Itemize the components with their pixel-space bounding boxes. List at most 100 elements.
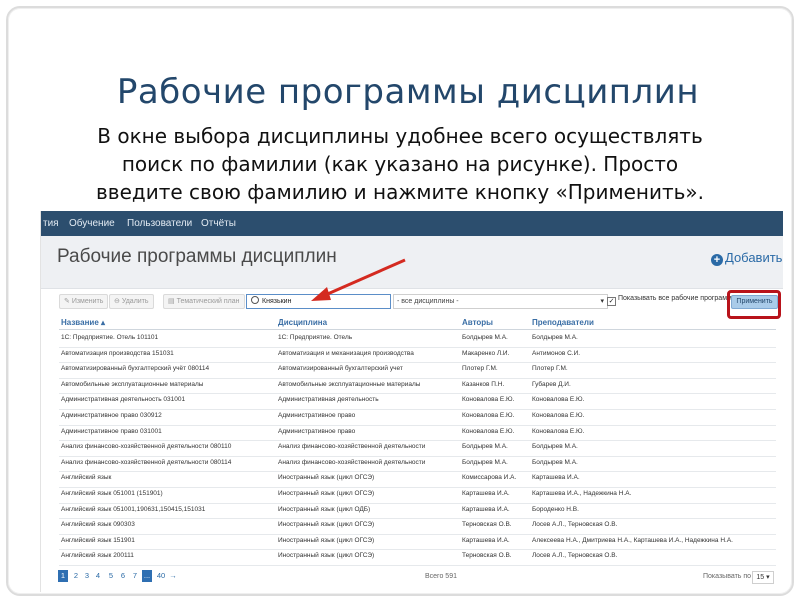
row-authors: Макаренко Л.И. bbox=[462, 349, 510, 357]
row-authors: Коновалова Е.Ю. bbox=[462, 427, 515, 435]
row-name: Английский язык 051001 (151901) bbox=[61, 490, 163, 497]
table-row[interactable]: Английский язык 090303 Иностранный язык (… bbox=[59, 518, 776, 535]
row-authors: Карташева И.А. bbox=[462, 490, 510, 497]
row-teachers: Карташева И.А., Надежкина Н.А. bbox=[532, 490, 632, 497]
page-link[interactable]: 4 bbox=[93, 570, 103, 582]
table-row[interactable]: Анализ финансово-хозяйственной деятельно… bbox=[59, 456, 776, 473]
nav-item-education[interactable]: Обучение bbox=[69, 211, 115, 236]
row-authors: Плотер Г.М. bbox=[462, 365, 498, 373]
add-button[interactable]: + Добавить bbox=[711, 250, 782, 266]
row-name: Анализ финансово-хозяйственной деятельно… bbox=[61, 458, 232, 466]
row-authors: Болдырев М.А. bbox=[462, 458, 508, 466]
row-name: Английский язык 051001,190631,150415,151… bbox=[61, 505, 206, 513]
page-link[interactable]: 40 bbox=[154, 570, 168, 582]
header-divider bbox=[59, 329, 776, 330]
table-row[interactable]: Автоматизация производства 151031 Автомат… bbox=[59, 347, 776, 364]
next-page-arrow[interactable]: → bbox=[168, 570, 178, 582]
row-teachers: Лосев А.Л., Терновская О.В. bbox=[532, 552, 618, 560]
row-discipline: Автомобильные эксплуатационные материалы bbox=[278, 380, 421, 388]
row-discipline: 1С: Предприятие. Отель bbox=[278, 334, 353, 341]
app-screenshot: тия Обучение Пользователи Отчёты Рабочие… bbox=[40, 211, 783, 592]
row-name: Английский язык 151901 bbox=[61, 536, 135, 544]
show-all-checkbox[interactable]: ✓ bbox=[607, 297, 616, 306]
row-teachers: Плотер Г.М. bbox=[532, 365, 568, 373]
delete-button-label: Удалить bbox=[121, 298, 149, 305]
chevron-down-icon: ▾ bbox=[600, 298, 604, 305]
row-discipline: Анализ финансово-хозяйственной деятельно… bbox=[278, 458, 426, 466]
show-all-label: Показывать все рабочие программы bbox=[618, 295, 737, 302]
row-discipline: Административное право bbox=[278, 427, 356, 435]
row-teachers: Болдырев М.А. bbox=[532, 458, 578, 466]
row-discipline: Автоматизированный бухгалтерский учет bbox=[278, 365, 403, 373]
row-discipline: Иностранный язык (цикл ОГСЭ) bbox=[278, 521, 375, 529]
row-discipline: Иностранный язык (цикл ОГСЭ) bbox=[278, 536, 375, 544]
per-page-label: Показывать по bbox=[703, 573, 752, 580]
row-name: 1С: Предприятие. Отель 101101 bbox=[61, 334, 159, 341]
row-authors: Терновская О.В. bbox=[462, 521, 512, 529]
column-header-name[interactable]: Название ▴ bbox=[61, 318, 105, 327]
table-row[interactable]: Английский язык 051001 (151901) Иностранн… bbox=[59, 487, 776, 504]
row-teachers: Лосев А.Л., Терновская О.В. bbox=[532, 521, 618, 529]
row-teachers: Коновалова Е.Ю. bbox=[532, 427, 585, 435]
table-row[interactable]: Административная деятельность 031001 Адми… bbox=[59, 393, 776, 410]
table-row[interactable]: Английский язык 151901 Иностранный язык (… bbox=[59, 534, 776, 551]
row-authors: Карташева И.А. bbox=[462, 536, 510, 544]
nav-item-users[interactable]: Пользователи bbox=[127, 211, 192, 236]
search-value: Князькин bbox=[262, 298, 292, 305]
apply-highlight-box bbox=[727, 290, 781, 319]
discipline-select[interactable]: - все дисциплины - ▾ bbox=[393, 294, 608, 309]
row-authors: Терновская О.В. bbox=[462, 552, 512, 560]
row-teachers: Алексеева Н.А., Дмитриева Н.А., Карташев… bbox=[532, 536, 733, 544]
page-link[interactable]: 6 bbox=[118, 570, 128, 582]
table-row[interactable]: Автомобильные эксплуатационные материалы… bbox=[59, 378, 776, 395]
page-link[interactable]: 5 bbox=[106, 570, 116, 582]
table-row[interactable]: Английский язык 200111 Иностранный язык (… bbox=[59, 549, 776, 566]
page-link[interactable]: 1 bbox=[58, 570, 68, 582]
column-header-discipline[interactable]: Дисциплина bbox=[278, 318, 327, 327]
page-link[interactable]: 3 bbox=[82, 570, 92, 582]
row-teachers: Карташева И.А. bbox=[532, 474, 580, 482]
row-teachers: Антимонов С.И. bbox=[532, 349, 581, 357]
slide-body-line: В окне выбора дисциплины удобнее всего о… bbox=[97, 124, 703, 148]
row-name: Анализ финансово-хозяйственной деятельно… bbox=[61, 443, 232, 451]
nav-item-partial[interactable]: тия bbox=[43, 211, 59, 236]
table-row[interactable]: Автоматизированный бухгалтерский учёт 08… bbox=[59, 362, 776, 379]
row-name: Английский язык 090303 bbox=[61, 521, 135, 529]
thematic-plan-button[interactable]: ▤ Тематический план bbox=[163, 294, 245, 309]
per-page-select[interactable]: 15 ▾ bbox=[752, 571, 774, 584]
page-link[interactable]: 2 bbox=[71, 570, 81, 582]
table-row[interactable]: Английский язык Иностранный язык (цикл ОГ… bbox=[59, 471, 776, 488]
edit-button[interactable]: ✎ Изменить bbox=[59, 294, 109, 309]
row-discipline: Иностранный язык (цикл ОГСЭ) bbox=[278, 552, 375, 560]
column-header-teachers[interactable]: Преподаватели bbox=[532, 318, 594, 327]
row-name: Английский язык 200111 bbox=[61, 552, 134, 560]
row-authors: Коновалова Е.Ю. bbox=[462, 412, 515, 419]
row-teachers: Губарев Д.И. bbox=[532, 380, 571, 388]
page-ellipsis[interactable]: ... bbox=[142, 570, 152, 582]
row-name: Автоматизированный бухгалтерский учёт 08… bbox=[61, 365, 210, 373]
column-header-authors[interactable]: Авторы bbox=[462, 318, 493, 327]
row-authors: Болдырев М.А. bbox=[462, 443, 508, 451]
page-link[interactable]: 7 bbox=[130, 570, 140, 582]
table-row[interactable]: Административное право 031001 Администрат… bbox=[59, 425, 776, 442]
red-arrow-icon bbox=[311, 258, 406, 301]
table-row[interactable]: Английский язык 051001,190631,150415,151… bbox=[59, 503, 776, 520]
row-teachers: Коновалова Е.Ю. bbox=[532, 412, 585, 419]
row-authors: Комиссарова И.А. bbox=[462, 474, 517, 482]
row-teachers: Бороденко Н.В. bbox=[532, 505, 579, 513]
nav-item-reports[interactable]: Отчёты bbox=[201, 211, 236, 236]
row-teachers: Болдырев М.А. bbox=[532, 334, 578, 341]
slide-body-line: поиск по фамилии (как указано на рисунке… bbox=[121, 152, 679, 176]
row-name: Административная деятельность 031001 bbox=[61, 396, 186, 404]
table-row[interactable]: 1С: Предприятие. Отель 101101 1С: Предпри… bbox=[59, 331, 776, 348]
delete-button[interactable]: ⊖ Удалить bbox=[109, 294, 154, 309]
row-name: Автомобильные эксплуатационные материалы bbox=[61, 380, 204, 388]
page-title: Рабочие программы дисциплин bbox=[57, 246, 337, 267]
table-row[interactable]: Административное право 030912 Администрат… bbox=[59, 409, 776, 426]
slide-body: В окне выбора дисциплины удобнее всего о… bbox=[20, 122, 780, 206]
edit-button-label: Изменить bbox=[71, 298, 104, 305]
row-discipline: Иностранный язык (цикл ОГСЭ) bbox=[278, 474, 375, 482]
thematic-plan-label: Тематический план bbox=[176, 298, 240, 305]
table-row[interactable]: Анализ финансово-хозяйственной деятельно… bbox=[59, 440, 776, 457]
row-discipline: Иностранный язык (цикл ОДБ) bbox=[278, 505, 371, 513]
